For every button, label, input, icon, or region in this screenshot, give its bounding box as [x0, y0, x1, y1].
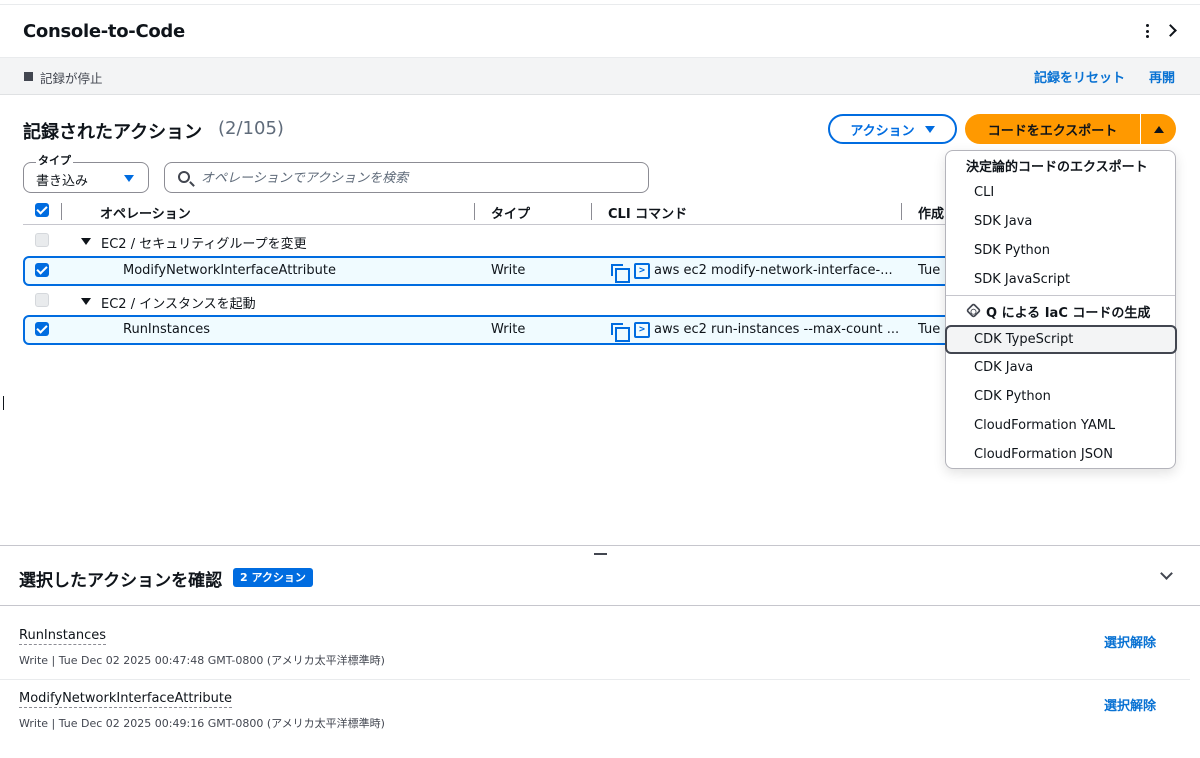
- column-header-operation[interactable]: オペレーション: [100, 203, 191, 222]
- select-all-checkbox[interactable]: [35, 203, 49, 217]
- panel-splitter: [0, 545, 1200, 546]
- column-divider[interactable]: [591, 203, 592, 220]
- actions-button-label: アクション: [850, 123, 915, 139]
- export-code-label: コードをエクスポート: [987, 123, 1118, 139]
- selected-action-name[interactable]: RunInstances: [19, 628, 106, 645]
- caret-up-icon: [1153, 125, 1164, 133]
- deselect-link[interactable]: 選択解除: [1104, 695, 1156, 714]
- reset-recording-link[interactable]: 記録をリセット: [1034, 67, 1125, 86]
- menu-item-cli[interactable]: CLI: [947, 179, 1176, 208]
- group-label: EC2 / インスタンスを起動: [101, 297, 256, 312]
- column-header-type[interactable]: タイプ: [491, 203, 530, 222]
- recording-status-bar: 記録が停止 記録をリセット 再開: [0, 58, 1200, 95]
- table-row[interactable]: RunInstances Write > aws ec2 run-instanc…: [23, 315, 958, 345]
- created-cell: Tue: [918, 322, 941, 337]
- menu-item-sdk-javascript[interactable]: SDK JavaScript: [947, 266, 1176, 295]
- caret-down-icon: [124, 175, 134, 182]
- resume-recording-link[interactable]: 再開: [1149, 67, 1175, 86]
- cli-command-cell: aws ec2 modify-network-interface-...: [654, 263, 893, 278]
- cli-command-cell: aws ec2 run-instances --max-count ...: [654, 322, 900, 337]
- deterministic-export-header: 決定論的コードのエクスポート: [966, 160, 1148, 175]
- column-divider[interactable]: [474, 203, 475, 220]
- caret-down-icon[interactable]: [81, 298, 91, 305]
- export-code-button[interactable]: コードをエクスポート: [965, 114, 1140, 144]
- table-row[interactable]: ModifyNetworkInterfaceAttribute Write > …: [23, 256, 958, 286]
- operation-cell: ModifyNetworkInterfaceAttribute: [123, 263, 336, 278]
- operation-cell: RunInstances: [123, 322, 210, 337]
- selected-action-item: RunInstances Write | Tue Dec 02 2025 00:…: [0, 628, 1190, 691]
- group-checkbox[interactable]: [35, 233, 49, 247]
- review-title: 選択したアクションを確認: [19, 571, 223, 591]
- resize-handle[interactable]: [594, 553, 607, 555]
- column-header-created[interactable]: 作成: [918, 203, 944, 222]
- caret-down-icon[interactable]: [81, 238, 91, 245]
- selected-action-meta: Write | Tue Dec 02 2025 00:47:48 GMT-080…: [19, 654, 385, 667]
- panel-title: Console-to-Code: [23, 21, 185, 42]
- terminal-icon[interactable]: >: [634, 322, 650, 338]
- type-filter-label: タイプ: [36, 152, 73, 168]
- column-divider[interactable]: [901, 203, 902, 220]
- table-header: オペレーション タイプ CLI コマンド 作成: [23, 196, 948, 225]
- created-cell: Tue: [918, 263, 941, 278]
- menu-item-cloudformation-yaml[interactable]: CloudFormation YAML: [947, 412, 1176, 441]
- group-row[interactable]: EC2 / セキュリティグループを変更: [23, 226, 948, 256]
- export-dropdown-menu: 決定論的コードのエクスポート CLI SDK Java SDK Python S…: [945, 150, 1177, 470]
- terminal-icon[interactable]: >: [634, 263, 650, 279]
- stop-icon: [24, 72, 33, 81]
- selected-count-badge: 2 アクション: [233, 568, 313, 587]
- search-input[interactable]: [201, 169, 641, 187]
- actions-button[interactable]: アクション: [828, 114, 957, 144]
- row-checkbox[interactable]: [35, 322, 49, 336]
- export-dropdown-toggle[interactable]: [1141, 114, 1176, 144]
- chevron-right-icon[interactable]: [1164, 24, 1177, 37]
- search-icon: [178, 171, 190, 183]
- selected-action-meta: Write | Tue Dec 02 2025 00:49:16 GMT-080…: [19, 717, 385, 730]
- text-cursor: [3, 396, 4, 410]
- caret-down-icon: [924, 125, 935, 133]
- column-divider: [61, 203, 62, 220]
- recording-status-text: 記録が停止: [40, 71, 103, 86]
- row-checkbox[interactable]: [35, 263, 49, 277]
- more-options-icon[interactable]: [1141, 21, 1153, 41]
- panel-header: Console-to-Code: [0, 4, 1200, 58]
- deselect-link[interactable]: 選択解除: [1104, 632, 1156, 651]
- amazon-q-icon: [965, 302, 982, 319]
- group-checkbox[interactable]: [35, 293, 49, 307]
- type-cell: Write: [491, 322, 526, 337]
- divider: [0, 605, 1200, 606]
- q-iac-header: Q による IaC コードの生成: [986, 306, 1151, 321]
- menu-item-cdk-java[interactable]: CDK Java: [947, 354, 1176, 383]
- search-box[interactable]: [164, 162, 649, 193]
- divider: [0, 679, 1190, 680]
- group-label: EC2 / セキュリティグループを変更: [101, 237, 307, 252]
- menu-item-cdk-typescript[interactable]: CDK TypeScript: [945, 325, 1177, 354]
- type-cell: Write: [491, 263, 526, 278]
- selection-count: (2/105): [218, 118, 284, 139]
- section-title: 記録されたアクション: [23, 122, 203, 143]
- selected-action-item: ModifyNetworkInterfaceAttribute Write | …: [0, 691, 1190, 754]
- copy-icon[interactable]: [611, 323, 630, 342]
- chevron-down-icon[interactable]: [1160, 567, 1173, 580]
- type-filter-value: 書き込み: [36, 174, 89, 189]
- menu-item-cloudformation-json[interactable]: CloudFormation JSON: [947, 441, 1176, 470]
- menu-item-cdk-python[interactable]: CDK Python: [947, 383, 1176, 412]
- group-row[interactable]: EC2 / インスタンスを起動: [23, 286, 948, 316]
- menu-item-sdk-python[interactable]: SDK Python: [947, 237, 1176, 266]
- menu-item-sdk-java[interactable]: SDK Java: [947, 208, 1176, 237]
- menu-divider: [946, 295, 1175, 296]
- selected-action-name[interactable]: ModifyNetworkInterfaceAttribute: [19, 691, 232, 708]
- column-header-cli-command[interactable]: CLI コマンド: [608, 203, 687, 222]
- copy-icon[interactable]: [611, 264, 630, 283]
